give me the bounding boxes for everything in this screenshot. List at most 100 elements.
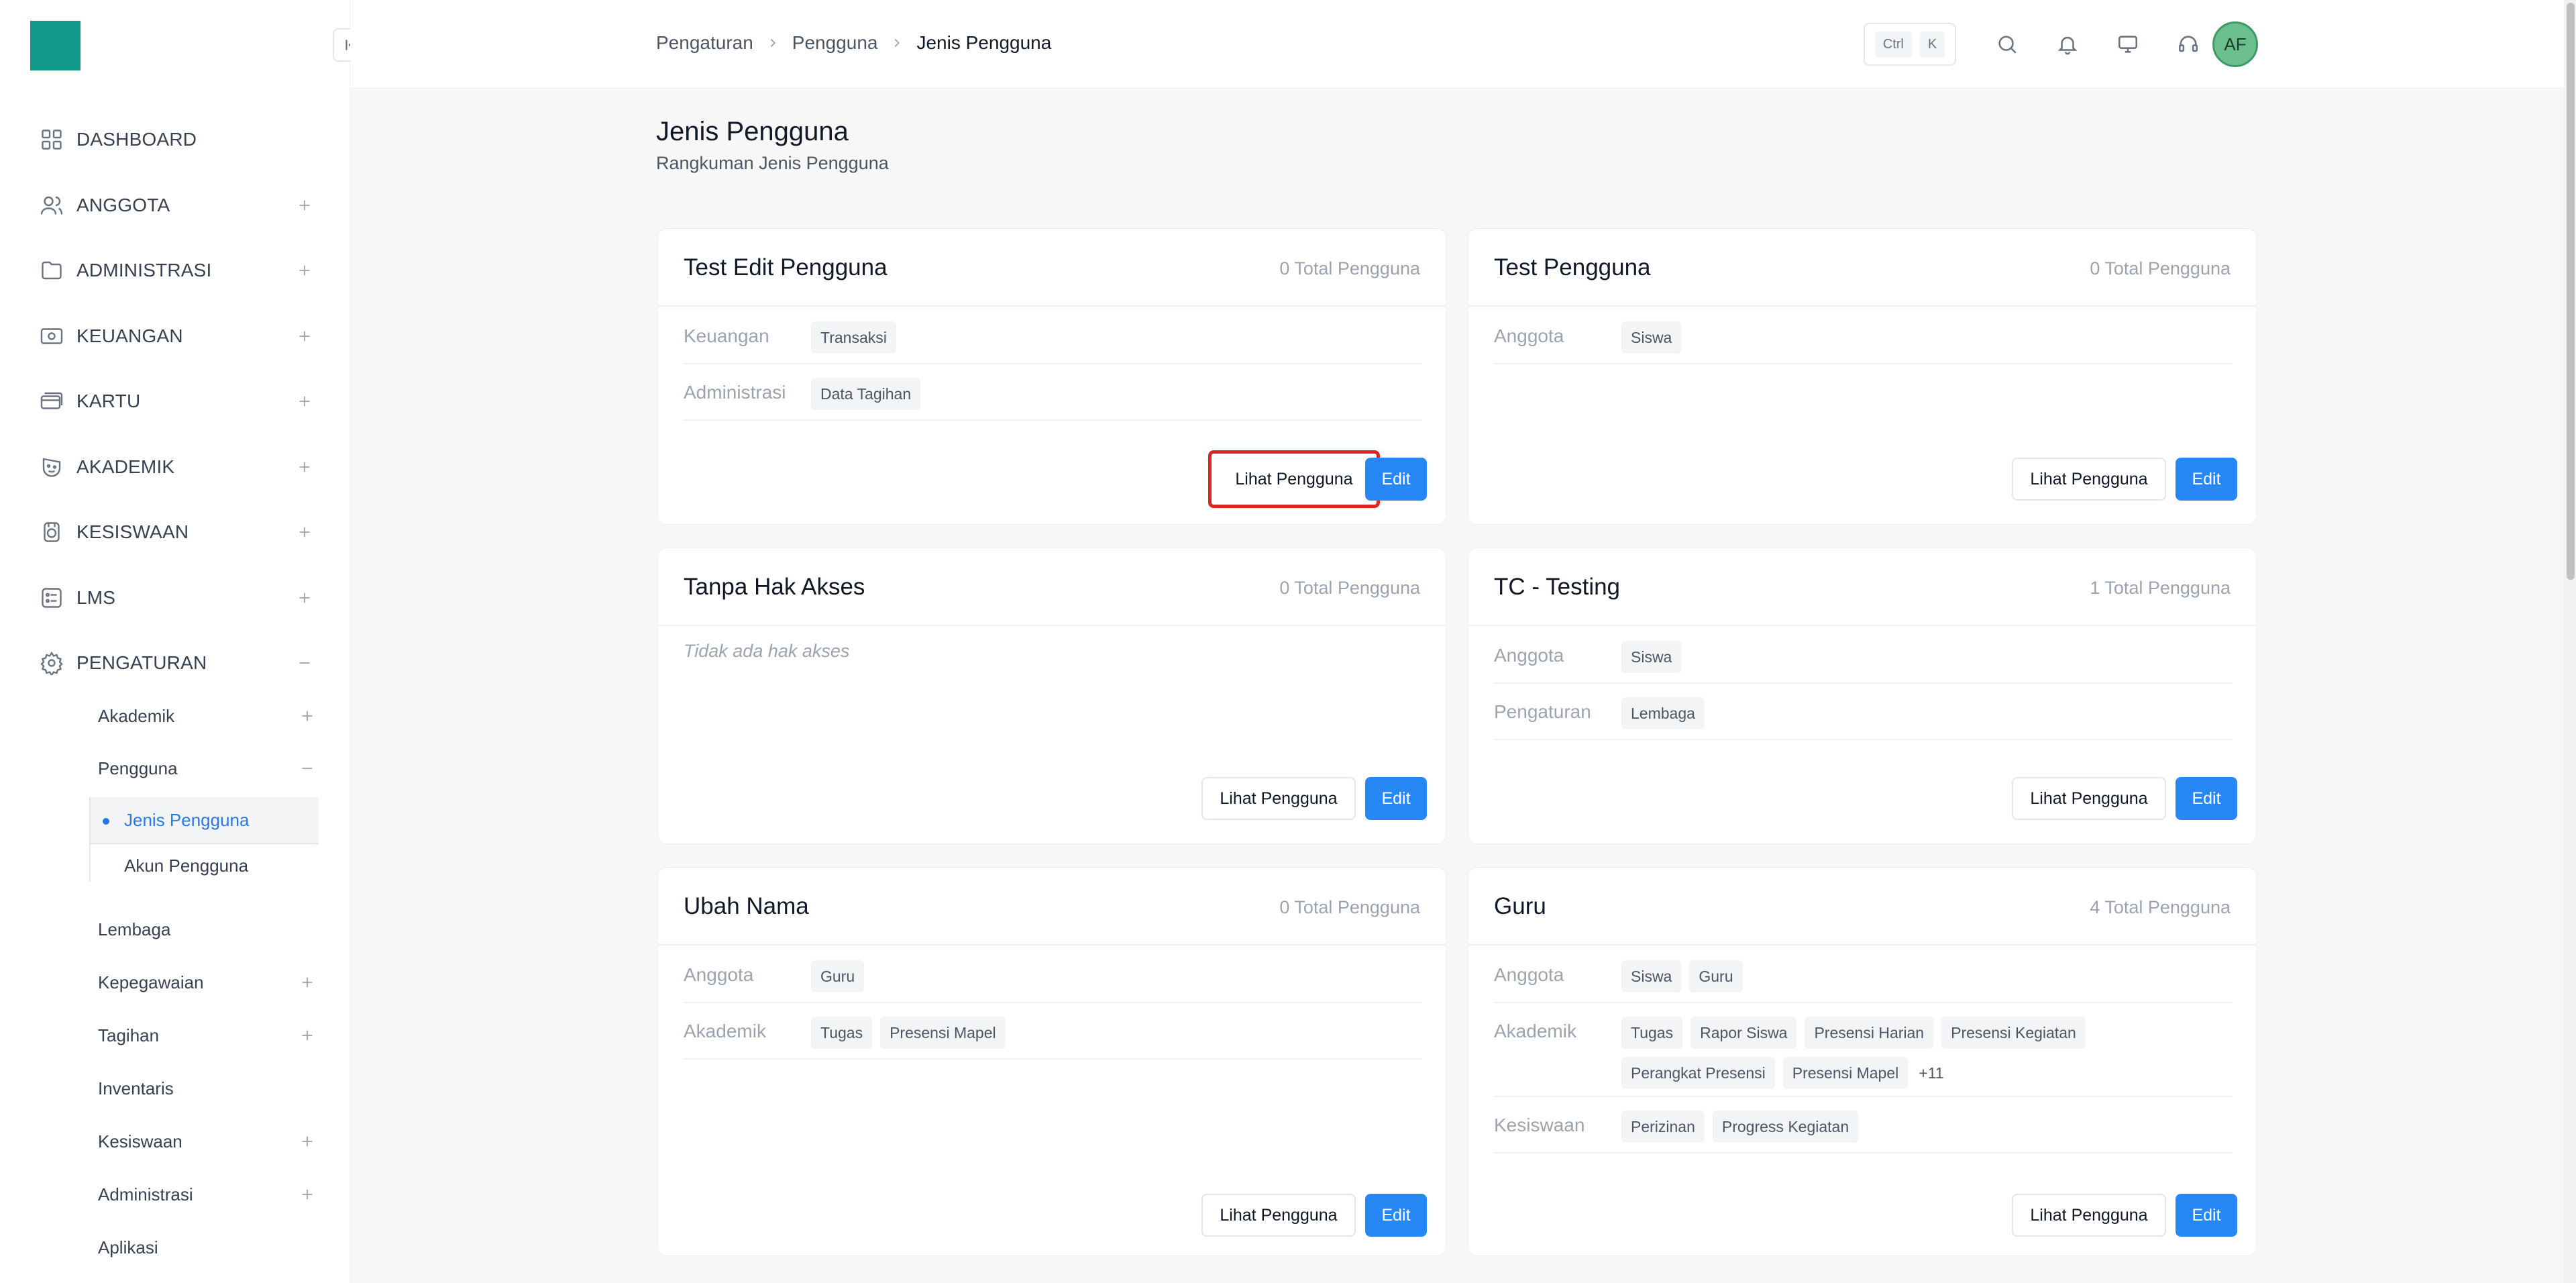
nav-kesiswaan[interactable]: KESISWAAN [39, 512, 310, 552]
user-avatar[interactable]: AF [2212, 21, 2258, 67]
breadcrumb-item[interactable]: Pengguna [792, 32, 878, 54]
edit-button[interactable]: Edit [2176, 777, 2237, 820]
view-users-button[interactable]: Lihat Pengguna [1201, 1194, 1356, 1237]
support-headset-icon[interactable] [2174, 30, 2203, 59]
nav-label: KARTU [76, 391, 141, 411]
plus-icon[interactable] [292, 324, 317, 348]
breadcrumb-item[interactable]: Pengaturan [656, 32, 753, 54]
permission-tag: Progress Kegiatan [1712, 1111, 1859, 1143]
bell-icon[interactable] [2053, 30, 2082, 59]
nav-label: ADMINISTRASI [76, 260, 212, 280]
app-logo[interactable] [30, 21, 80, 70]
edit-button[interactable]: Edit [1365, 777, 1427, 820]
plus-icon[interactable] [295, 970, 319, 994]
view-users-button[interactable]: Lihat Pengguna [1208, 450, 1380, 508]
chevron-right-icon [765, 36, 780, 50]
minus-icon[interactable] [292, 651, 317, 675]
permission-tags: Tugas Presensi Mapel [811, 1017, 1415, 1049]
card-count: 4 Total Pengguna [2090, 897, 2231, 917]
user-type-card: TC - Testing 1 Total Pengguna Anggota Si… [1468, 548, 2257, 844]
nav-kartu[interactable]: KARTU [39, 381, 310, 421]
more-tags-count[interactable]: +11 [1916, 1057, 1946, 1089]
permission-tag: Siswa [1621, 321, 1682, 354]
nav-pengaturan[interactable]: PENGATURAN [39, 643, 310, 683]
permission-tag: Presensi Kegiatan [1941, 1017, 2086, 1049]
permission-tags: Siswa [1621, 641, 2225, 673]
edit-button[interactable]: Edit [1365, 458, 1427, 501]
user-type-card: Tanpa Hak Akses 0 Total Pengguna Tidak a… [657, 548, 1446, 844]
no-access-text: Tidak ada hak akses [684, 641, 850, 661]
plus-icon[interactable] [295, 1023, 319, 1047]
plus-icon[interactable] [295, 704, 319, 728]
edit-button[interactable]: Edit [2176, 1194, 2237, 1237]
permission-label: Akademik [684, 1021, 766, 1041]
sidebar-item-akademik[interactable]: Akademik [98, 697, 319, 735]
card-title: Test Pengguna [1494, 254, 1651, 280]
plus-icon[interactable] [292, 389, 317, 413]
permission-tag: Transaksi [811, 321, 896, 354]
sidebar-item-tagihan[interactable]: Tagihan [98, 1017, 319, 1054]
sidebar-item-inventaris[interactable]: Inventaris [98, 1070, 319, 1107]
sidebar-item-kepegawaian[interactable]: Kepegawaian [98, 964, 319, 1001]
sub-label: Kesiswaan [98, 1131, 182, 1151]
permission-label: Pengaturan [1494, 701, 1591, 722]
sidebar-item-pengguna[interactable]: Pengguna [98, 750, 319, 787]
permission-label: Anggota [1494, 645, 1564, 666]
sub-label: Akademik [98, 705, 175, 726]
permission-tags: Perizinan Progress Kegiatan [1621, 1111, 2225, 1143]
breadcrumb: Pengaturan Pengguna Jenis Pengguna [656, 32, 1051, 54]
card-title: Guru [1494, 893, 1546, 919]
nav-dashboard[interactable]: DASHBOARD [39, 119, 307, 160]
sidebar-item-kesiswaan[interactable]: Kesiswaan [98, 1123, 319, 1160]
plus-icon[interactable] [292, 455, 317, 479]
sidebar-item-akun-pengguna[interactable]: Akun Pengguna [91, 844, 319, 887]
cards-icon [39, 389, 64, 414]
edit-button[interactable]: Edit [1365, 1194, 1427, 1237]
sub-label: Aplikasi [98, 1237, 158, 1258]
card-header: Guru 4 Total Pengguna [1468, 868, 2256, 945]
medal-icon [39, 519, 64, 545]
view-users-button[interactable]: Lihat Pengguna [2012, 777, 2166, 820]
edit-button[interactable]: Edit [2176, 458, 2237, 501]
plus-icon[interactable] [292, 520, 317, 544]
search-icon[interactable] [1992, 30, 2022, 59]
permission-label: Kesiswaan [1494, 1115, 1585, 1135]
scrollbar-thumb[interactable] [2567, 3, 2575, 580]
view-users-button[interactable]: Lihat Pengguna [2012, 1194, 2166, 1237]
plus-icon[interactable] [292, 193, 317, 217]
monitor-icon[interactable] [2113, 30, 2143, 59]
card-header: Ubah Nama 0 Total Pengguna [658, 868, 1446, 945]
sidebar-item-administrasi[interactable]: Administrasi [98, 1176, 319, 1213]
view-users-button[interactable]: Lihat Pengguna [2012, 458, 2166, 501]
permission-label: Anggota [1494, 964, 1564, 985]
minus-icon[interactable] [295, 756, 319, 780]
permission-tag: Lembaga [1621, 697, 1705, 729]
sub-label: Pengguna [98, 758, 178, 778]
nav-akademik[interactable]: AKADEMIK [39, 447, 310, 487]
plus-icon[interactable] [295, 1182, 319, 1207]
view-users-button[interactable]: Lihat Pengguna [1201, 777, 1356, 820]
plus-icon[interactable] [292, 258, 317, 283]
permission-label: Anggota [1494, 325, 1564, 346]
sidebar-item-aplikasi[interactable]: Aplikasi [98, 1229, 319, 1266]
command-palette-shortcut[interactable]: Ctrl K [1864, 23, 1956, 66]
permission-row: Anggota Siswa Guru [1494, 954, 2232, 1003]
nav-keuangan[interactable]: KEUANGAN [39, 316, 310, 356]
sidebar-item-jenis-pengguna[interactable]: Jenis Pengguna [91, 797, 319, 844]
user-type-card: Test Pengguna 0 Total Pengguna Anggota S… [1468, 228, 2257, 525]
permission-row: Akademik Tugas Rapor Siswa Presensi Hari… [1494, 1010, 2232, 1097]
permission-tag: Siswa [1621, 641, 1682, 673]
nav-label: AKADEMIK [76, 456, 175, 477]
card-header: Test Edit Pengguna 0 Total Pengguna [658, 229, 1446, 307]
sub-label: Lembaga [98, 919, 171, 939]
sidebar-item-lembaga[interactable]: Lembaga [98, 911, 319, 948]
card-header: Tanpa Hak Akses 0 Total Pengguna [658, 548, 1446, 626]
nav-lms[interactable]: LMS [39, 578, 310, 618]
plus-icon[interactable] [295, 1129, 319, 1153]
user-type-card: Test Edit Pengguna 0 Total Pengguna Keua… [657, 228, 1446, 525]
users-icon [39, 193, 64, 218]
nav-administrasi[interactable]: ADMINISTRASI [39, 250, 310, 291]
nav-label: DASHBOARD [76, 129, 197, 150]
plus-icon[interactable] [292, 586, 317, 610]
nav-anggota[interactable]: ANGGOTA [39, 185, 310, 225]
